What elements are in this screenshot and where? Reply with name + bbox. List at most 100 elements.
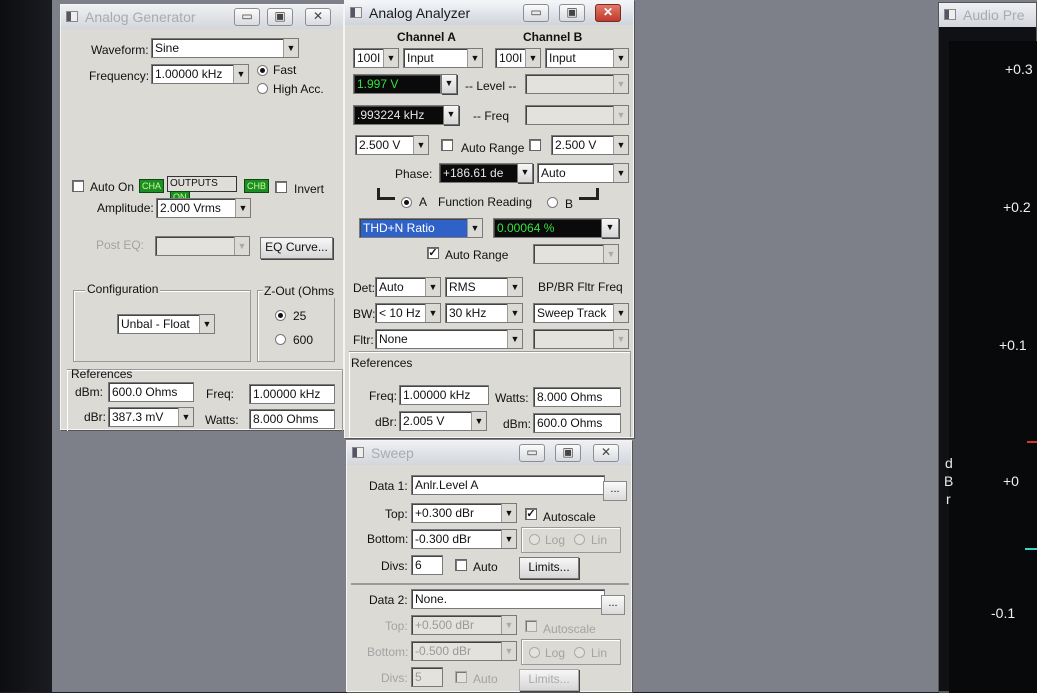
log1-radio[interactable]	[529, 534, 540, 545]
chevron-down-icon: ▼	[467, 49, 482, 67]
analyzer-dbm-field[interactable]: 600.0 Ohms	[533, 413, 621, 433]
reading-unit-dropdown[interactable]: ▼	[601, 218, 619, 238]
maximize-button[interactable]: ▣	[555, 444, 581, 462]
data1-browse-button[interactable]: ...	[603, 481, 627, 501]
rms-value: RMS	[449, 280, 476, 294]
auto-range-2-checkbox[interactable]: ✓	[427, 247, 439, 259]
top2-field[interactable]: +0.500 dBr ▼	[411, 615, 517, 635]
autoscale1-checkbox[interactable]: ✓	[525, 508, 537, 520]
analog-generator-window: Analog Generator ▭ ▣ ✕ Waveform: Sine ▼ …	[60, 4, 344, 431]
eq-curve-button[interactable]: EQ Curve...	[260, 237, 333, 259]
plot-titlebar[interactable]: Audio Pre	[939, 3, 1036, 27]
range-b-select[interactable]: 100I ▼	[495, 48, 541, 68]
data2-value: None.	[415, 592, 448, 606]
filter-select[interactable]: None ▼	[375, 329, 523, 349]
det-select[interactable]: Auto ▼	[375, 277, 441, 297]
phase-mode-select[interactable]: Auto ▼	[537, 163, 629, 183]
close-button[interactable]: ✕	[595, 4, 621, 22]
fast-radio[interactable]	[257, 65, 268, 76]
window-icon	[66, 11, 78, 22]
post-eq-select[interactable]: ▼	[155, 236, 250, 256]
dbm-field[interactable]: 600.0 Ohms	[108, 382, 194, 402]
invert-checkbox[interactable]	[275, 181, 287, 193]
z-out-25-radio[interactable]	[275, 310, 286, 321]
log1-label: Log	[545, 533, 566, 547]
input-b-select[interactable]: Input ▼	[545, 48, 629, 68]
data2-field[interactable]: None.	[411, 589, 605, 609]
amplitude-field[interactable]: 2.000 Vrms ▼	[156, 198, 251, 218]
data2-label: Data 2:	[369, 593, 408, 607]
analyzer-ref-freq-field[interactable]: 1.00000 kHz	[399, 385, 489, 405]
divs1-value: 6	[415, 558, 422, 572]
level-b-readout[interactable]: ▼	[525, 74, 629, 94]
maximize-button[interactable]: ▣	[559, 4, 585, 22]
auto-range-2-select[interactable]: ▼	[533, 244, 619, 264]
bw-label: BW:	[353, 307, 376, 321]
voltage-range-b-select[interactable]: 2.500 V ▼	[551, 135, 629, 155]
limits1-button[interactable]: Limits...	[519, 557, 579, 579]
range-a-select[interactable]: 100I ▼	[353, 48, 399, 68]
level-unit-dropdown[interactable]: ▼	[441, 74, 457, 94]
log2-radio[interactable]	[529, 647, 540, 658]
close-button[interactable]: ✕	[593, 444, 619, 462]
rms-select[interactable]: RMS ▼	[445, 277, 523, 297]
outputs-button[interactable]: OUTPUTS ON	[167, 176, 237, 203]
minimize-button[interactable]: ▭	[523, 4, 549, 22]
analyzer-watts-value: 8.000 Ohms	[537, 390, 603, 404]
generator-titlebar[interactable]: Analog Generator ▭ ▣ ✕	[61, 5, 343, 29]
post-eq-label: Post EQ:	[96, 238, 145, 252]
frequency-field[interactable]: 1.00000 kHz ▼	[151, 64, 249, 84]
phase-unit-dropdown[interactable]: ▼	[517, 163, 533, 183]
high-acc-radio[interactable]	[257, 83, 268, 94]
minimize-button[interactable]: ▭	[519, 444, 545, 462]
waveform-select[interactable]: Sine ▼	[151, 38, 299, 58]
divs1-field[interactable]: 6	[411, 555, 443, 575]
ref-freq-field[interactable]: 1.00000 kHz	[249, 384, 335, 404]
autoscale2-checkbox[interactable]	[525, 620, 537, 632]
bw-low-select[interactable]: < 10 Hz ▼	[375, 303, 441, 323]
analyzer-titlebar[interactable]: Analog Analyzer ▭ ▣ ✕	[345, 1, 633, 25]
analyzer-dbr-field[interactable]: 2.005 V ▼	[399, 411, 487, 431]
auto1-checkbox[interactable]	[455, 559, 467, 571]
configuration-select[interactable]: Unbal - Float ▼	[117, 314, 215, 334]
analyzer-dbm-label: dBm:	[503, 417, 532, 431]
minimize-button[interactable]: ▭	[234, 8, 260, 26]
chevron-down-icon: ▼	[507, 278, 522, 296]
divs2-label: Divs:	[381, 671, 408, 685]
analyzer-watts-field[interactable]: 8.000 Ohms	[533, 387, 621, 407]
voltage-range-a-select[interactable]: 2.500 V ▼	[355, 135, 429, 155]
bottom1-field[interactable]: -0.300 dBr ▼	[411, 529, 517, 549]
watts-field[interactable]: 8.000 Ohms	[249, 409, 335, 429]
bottom2-field[interactable]: -0.500 dBr ▼	[411, 641, 517, 661]
function-a-radio[interactable]	[401, 197, 412, 208]
freq-readout: .993224 kHz	[353, 105, 445, 125]
dbr-field[interactable]: 387.3 mV ▼	[108, 407, 194, 427]
top1-field[interactable]: +0.300 dBr ▼	[411, 503, 517, 523]
maximize-button[interactable]: ▣	[267, 8, 293, 26]
sweep-track-select[interactable]: Sweep Track ▼	[533, 303, 629, 323]
function-select[interactable]: THD+N Ratio ▼	[359, 218, 483, 238]
auto-range-b-checkbox[interactable]	[529, 139, 541, 151]
freq-b-readout[interactable]: ▼	[525, 105, 629, 125]
function-b-radio[interactable]	[547, 197, 558, 208]
z-out-600-radio[interactable]	[275, 334, 286, 345]
lin1-radio[interactable]	[574, 534, 585, 545]
limits2-button[interactable]: Limits...	[519, 669, 579, 691]
sweep-titlebar[interactable]: Sweep ▭ ▣ ✕	[347, 441, 631, 465]
filter-freq-select[interactable]: ▼	[533, 329, 629, 349]
input-a-select[interactable]: Input ▼	[403, 48, 483, 68]
data2-browse-button[interactable]: ...	[601, 595, 625, 615]
freq-unit-dropdown[interactable]: ▼	[443, 105, 459, 125]
amplitude-label: Amplitude:	[97, 201, 154, 215]
reading-value: 0.00064 %	[497, 221, 555, 235]
bw-high-select[interactable]: 30 kHz ▼	[445, 303, 523, 323]
auto-range-checkbox[interactable]	[441, 139, 453, 151]
data1-field[interactable]: Anlr.Level A	[411, 475, 605, 495]
divs2-field[interactable]: 5	[411, 667, 443, 687]
lin2-radio[interactable]	[574, 647, 585, 658]
auto2-checkbox[interactable]	[455, 671, 467, 683]
auto-on-label: Auto On	[90, 180, 135, 194]
close-button[interactable]: ✕	[305, 8, 331, 26]
auto-on-checkbox[interactable]	[72, 180, 84, 192]
analyzer-dbr-value: 2.005 V	[403, 414, 445, 428]
